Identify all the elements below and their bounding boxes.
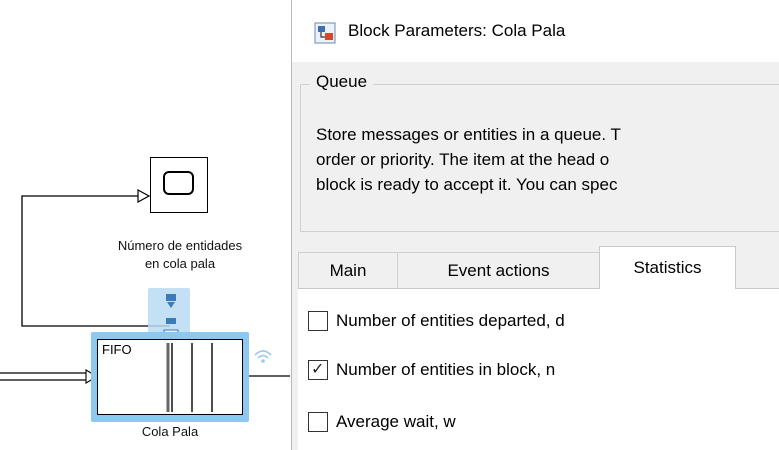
simulink-block-icon xyxy=(314,22,336,44)
signal-wave-icon xyxy=(254,350,272,363)
statistics-panel: Number of entities departed, d ✓ Number … xyxy=(298,288,779,450)
description-line: Store messages or entities in a queue. T xyxy=(316,125,621,144)
tab-statistics[interactable]: Statistics xyxy=(599,246,736,289)
scope-label-line2: en cola pala xyxy=(144,256,216,271)
queue-block[interactable]: FIFO xyxy=(97,339,243,415)
block-parameters-dialog[interactable]: Block Parameters: Cola Pala Queue Store … xyxy=(291,0,779,450)
queue-block-label: Cola Pala xyxy=(141,424,199,439)
checkbox-entities-departed[interactable]: Number of entities departed, d xyxy=(308,309,565,333)
tab-event-actions[interactable]: Event actions xyxy=(397,252,600,288)
checkbox-box[interactable] xyxy=(308,412,328,432)
description-line: block is ready to accept it. You can spe… xyxy=(316,175,618,194)
tab-main[interactable]: Main xyxy=(298,252,398,288)
checkbox-box[interactable] xyxy=(308,311,328,331)
block-description: Store messages or entities in a queue. T… xyxy=(316,122,779,197)
description-line: order or priority. The item at the head … xyxy=(316,150,610,169)
group-title: Queue xyxy=(310,72,374,92)
scope-block-label: Número de entidades en cola pala xyxy=(70,237,290,273)
checkbox-entities-in-block[interactable]: ✓ Number of entities in block, n xyxy=(308,358,555,382)
checkbox-box[interactable]: ✓ xyxy=(308,360,328,380)
checkbox-label: Average wait, w xyxy=(336,412,456,431)
scope-display-icon xyxy=(163,171,194,195)
scope-block[interactable] xyxy=(150,157,208,213)
checkbox-average-wait[interactable]: Average wait, w xyxy=(308,410,456,434)
dialog-title: Block Parameters: Cola Pala xyxy=(348,21,566,40)
queue-slots-icon xyxy=(166,343,213,412)
model-canvas[interactable]: Número de entidades en cola pala FIFO Co… xyxy=(0,0,290,450)
checkbox-label: Number of entities departed, d xyxy=(336,311,565,330)
checkbox-label: Number of entities in block, n xyxy=(336,360,556,379)
dialog-titlebar[interactable]: Block Parameters: Cola Pala xyxy=(292,0,779,62)
checkmark-icon: ✓ xyxy=(311,361,325,378)
scope-label-line1: Número de entidades xyxy=(117,238,243,253)
